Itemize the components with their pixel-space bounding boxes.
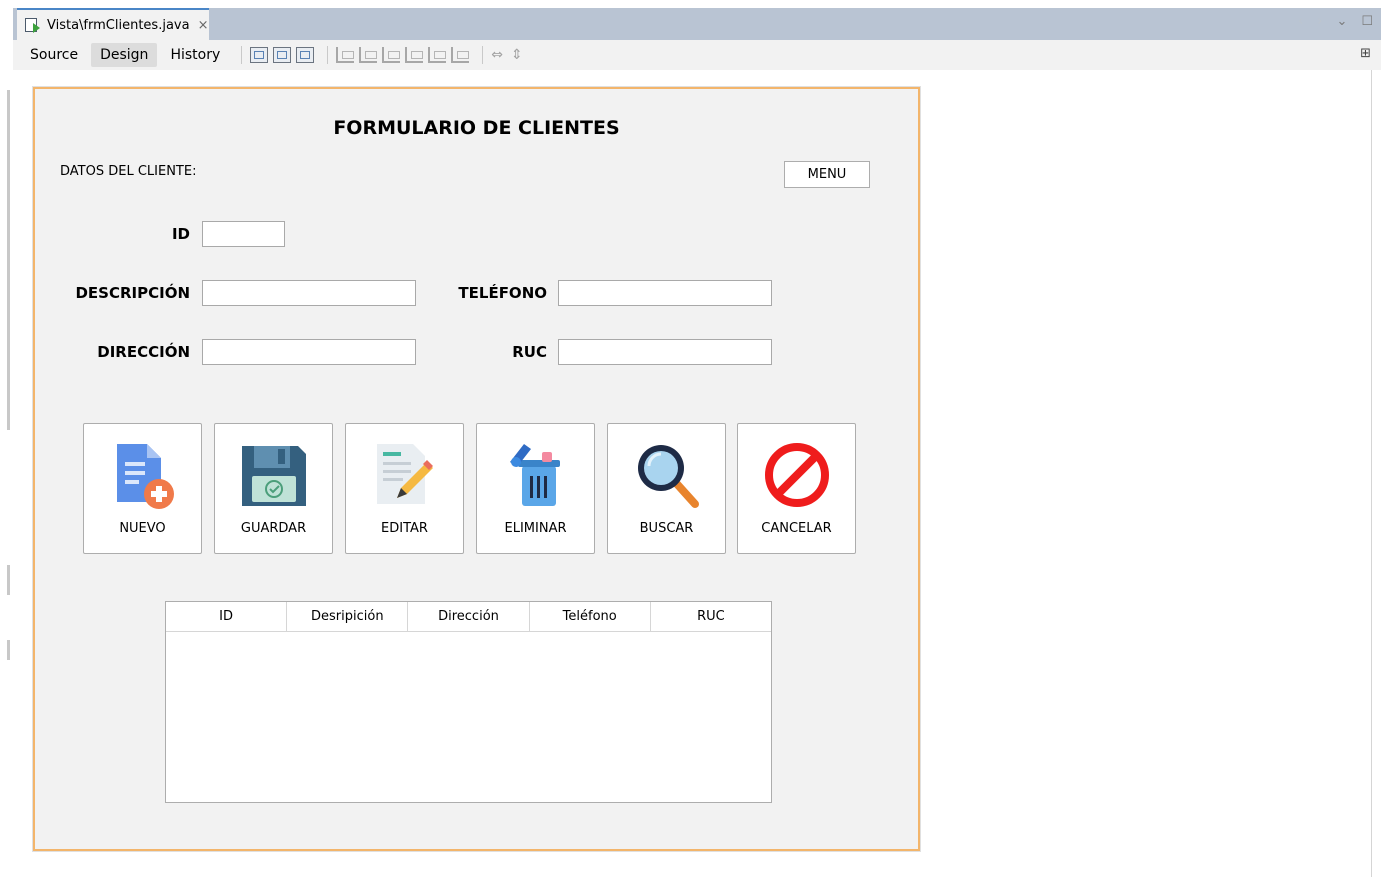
design-toolbar: Source Design History ⇔ ⇕ ⊞ bbox=[13, 40, 1381, 70]
direccion-label: DIRECCIÓN bbox=[97, 343, 190, 361]
column-header-descripcion[interactable]: Desripición bbox=[287, 602, 409, 631]
trash-can-icon bbox=[510, 444, 560, 506]
align-right-icon[interactable] bbox=[359, 47, 378, 63]
toolbar-separator bbox=[327, 46, 329, 64]
editar-label: EDITAR bbox=[381, 521, 428, 536]
eliminar-label: ELIMINAR bbox=[504, 521, 567, 536]
clientes-table[interactable]: ID Desripición Dirección Teléfono RUC bbox=[165, 601, 772, 803]
editor-tab-bar: Vista\frmClientes.java × ‹ › ⌄ ☐ bbox=[13, 8, 1381, 40]
center-vertically-icon[interactable] bbox=[451, 47, 470, 63]
view-tab-design[interactable]: Design bbox=[91, 43, 158, 67]
close-tab-icon[interactable]: × bbox=[198, 18, 209, 33]
change-horizontal-resizability-icon[interactable]: ⇔ bbox=[491, 47, 503, 63]
align-left-icon[interactable] bbox=[336, 47, 355, 63]
section-label: DATOS DEL CLIENTE: bbox=[60, 164, 197, 179]
toolbar-separator bbox=[482, 46, 484, 64]
center-horizontally-icon[interactable] bbox=[382, 47, 401, 63]
java-form-file-icon bbox=[25, 18, 41, 33]
floppy-disk-icon bbox=[242, 446, 306, 506]
view-tab-history[interactable]: History bbox=[161, 43, 229, 67]
editor-tab-title: Vista\frmClientes.java bbox=[47, 17, 190, 33]
form-frame[interactable]: FORMULARIO DE CLIENTES DATOS DEL CLIENTE… bbox=[32, 86, 921, 852]
cancelar-label: CANCELAR bbox=[761, 521, 832, 536]
editor-tab-frmclientes[interactable]: Vista\frmClientes.java × bbox=[17, 8, 209, 40]
nuevo-label: NUEVO bbox=[119, 521, 166, 536]
align-top-icon[interactable] bbox=[405, 47, 424, 63]
edit-document-icon bbox=[377, 444, 433, 504]
selection-mode-icon[interactable] bbox=[250, 47, 269, 63]
palette-toggle-icon[interactable]: ⊞ bbox=[1360, 46, 1371, 61]
ruc-field[interactable] bbox=[558, 339, 772, 365]
tab-list-dropdown-icon[interactable]: ⌄ bbox=[1336, 14, 1347, 29]
connection-mode-icon[interactable] bbox=[273, 47, 292, 63]
column-header-id[interactable]: ID bbox=[166, 602, 288, 631]
gutter-marker bbox=[7, 565, 10, 595]
column-header-telefono[interactable]: Teléfono bbox=[530, 602, 651, 631]
buscar-button[interactable]: BUSCAR bbox=[607, 423, 726, 554]
left-gutter bbox=[0, 0, 13, 877]
design-canvas: FORMULARIO DE CLIENTES DATOS DEL CLIENTE… bbox=[13, 70, 1372, 877]
gutter-marker bbox=[7, 90, 10, 430]
gutter-marker bbox=[7, 640, 10, 660]
ruc-label: RUC bbox=[512, 343, 547, 361]
menu-button[interactable]: MENU bbox=[784, 161, 870, 188]
preview-design-icon[interactable] bbox=[296, 47, 315, 63]
table-header: ID Desripición Dirección Teléfono RUC bbox=[166, 602, 771, 632]
change-vertical-resizability-icon[interactable]: ⇕ bbox=[511, 47, 523, 63]
id-label: ID bbox=[171, 225, 190, 243]
next-tab-icon[interactable]: › bbox=[1317, 14, 1322, 29]
column-header-direccion[interactable]: Dirección bbox=[408, 602, 530, 631]
toolbar-separator bbox=[241, 46, 243, 64]
telefono-label: TELÉFONO bbox=[458, 284, 547, 302]
id-field[interactable] bbox=[202, 221, 285, 247]
tab-controls: ‹ › ⌄ ☐ bbox=[1298, 14, 1373, 29]
column-header-ruc[interactable]: RUC bbox=[651, 602, 771, 631]
telefono-field[interactable] bbox=[558, 280, 772, 306]
guardar-button[interactable]: GUARDAR bbox=[214, 423, 333, 554]
form-title: FORMULARIO DE CLIENTES bbox=[333, 117, 620, 139]
guardar-label: GUARDAR bbox=[240, 521, 307, 536]
maximize-icon[interactable]: ☐ bbox=[1361, 14, 1373, 29]
align-bottom-icon[interactable] bbox=[428, 47, 447, 63]
view-tab-source[interactable]: Source bbox=[21, 43, 87, 67]
descripcion-field[interactable] bbox=[202, 280, 416, 306]
new-document-icon bbox=[117, 444, 174, 509]
cancel-icon bbox=[765, 443, 829, 507]
nuevo-button[interactable]: NUEVO bbox=[83, 423, 202, 554]
magnifier-icon bbox=[638, 445, 699, 508]
eliminar-button[interactable]: ELIMINAR bbox=[476, 423, 595, 554]
previous-tab-icon[interactable]: ‹ bbox=[1298, 14, 1303, 29]
direccion-field[interactable] bbox=[202, 339, 416, 365]
editar-button[interactable]: EDITAR bbox=[345, 423, 464, 554]
buscar-label: BUSCAR bbox=[639, 521, 694, 536]
cancelar-button[interactable]: CANCELAR bbox=[737, 423, 856, 554]
descripcion-label: DESCRIPCIÓN bbox=[75, 284, 190, 302]
